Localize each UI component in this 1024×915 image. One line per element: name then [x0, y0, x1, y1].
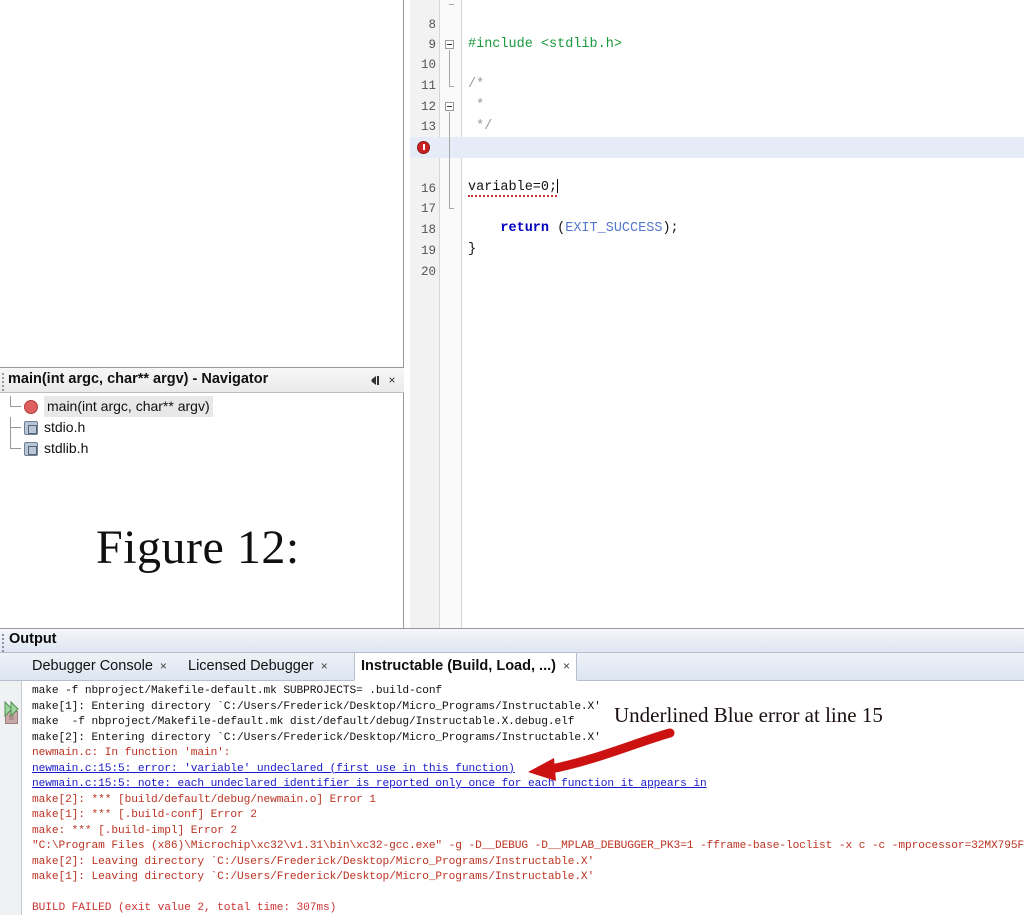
include-icon — [24, 442, 38, 456]
tree-connector — [10, 396, 24, 417]
navigator-item-label: stdlib.h — [44, 440, 89, 456]
code-line-error[interactable]: variable=0; — [410, 137, 1024, 197]
fold-toggle-comment[interactable] — [445, 40, 454, 49]
console-line: make -f nbproject/Makefile-default.mk SU… — [32, 685, 443, 697]
fold-region-line — [449, 50, 450, 86]
output-window: Output Debugger Console × Licensed Debugg… — [0, 628, 1024, 915]
include-icon — [24, 421, 38, 435]
console-line: make: *** [.build-impl] Error 2 — [32, 824, 238, 837]
console-line-error-link[interactable]: newmain.c:15:5: error: 'variable' undecl… — [32, 762, 515, 778]
tab-label: Instructable (Build, Load, ...) — [361, 658, 556, 674]
navigator-item-label: stdio.h — [44, 419, 86, 435]
code-line[interactable]: 18 } — [410, 199, 1024, 258]
code-line-signature[interactable]: 13 int main(int argc, char** argv) { — [410, 96, 1024, 155]
code-line[interactable]: 9 — [410, 14, 1024, 52]
fold-region-end — [449, 86, 454, 87]
navigator-title: main(int argc, char** argv) - Navigator — [8, 371, 269, 387]
drag-grip-icon[interactable] — [2, 634, 5, 652]
tab-debugger-console[interactable]: Debugger Console × — [26, 653, 173, 681]
code-line[interactable]: 19 — [410, 220, 1024, 258]
console-line: make[1]: *** [.build-conf] Error 2 — [32, 809, 257, 821]
code-line[interactable]: 20 — [410, 241, 1024, 279]
line-number: 20 — [420, 264, 436, 279]
console-line: make[2]: Entering directory `C:/Users/Fr… — [32, 731, 601, 744]
close-icon[interactable]: × — [386, 373, 398, 387]
fold-toggle-main[interactable] — [445, 102, 454, 111]
console-line-note-link[interactable]: newmain.c:15:5: note: each undeclared id… — [32, 777, 707, 793]
fold-region-end — [449, 208, 454, 209]
tree-connector — [10, 438, 24, 459]
tab-label: Debugger Console — [32, 658, 153, 674]
code-line[interactable]: 11 * — [410, 55, 1024, 114]
console-line-build-failed: BUILD FAILED (exit value 2, total time: … — [32, 902, 337, 914]
output-titlebar[interactable]: Output — [0, 629, 1024, 653]
console-line: make[2]: Leaving directory `C:/Users/Fre… — [32, 855, 595, 868]
console-line: make[2]: *** [build/default/debug/newmai… — [32, 793, 376, 806]
code-line[interactable]: 8 #include <stdlib.h> — [410, 0, 1024, 53]
code-line[interactable]: 14 — [410, 117, 1024, 155]
annotation-label: Underlined Blue error at line 15 — [614, 703, 883, 727]
tab-close-icon[interactable]: × — [321, 659, 328, 673]
navigator-item-main[interactable]: main(int argc, char** argv) — [0, 396, 404, 417]
code-line[interactable]: 10 /* — [410, 34, 1024, 93]
drag-grip-icon[interactable] — [2, 373, 5, 391]
output-title: Output — [9, 631, 57, 647]
console-line-compiler-command: "C:\Program Files (x86)\Microchip\xc32\v… — [32, 840, 1024, 852]
screenshot-root: main(int argc, char** argv) - Navigator … — [0, 0, 1024, 915]
console-line: make[1]: Leaving directory `C:/Users/Fre… — [32, 871, 595, 883]
tab-close-icon[interactable]: × — [160, 659, 167, 673]
method-icon — [24, 400, 38, 414]
navigator-item-label: main(int argc, char** argv) — [44, 396, 213, 417]
rerun-icon[interactable] — [3, 700, 20, 718]
navigator-titlebar[interactable]: main(int argc, char** argv) - Navigator … — [0, 368, 404, 393]
minimize-icon[interactable] — [369, 374, 382, 387]
left-blank-pane-top — [0, 0, 404, 368]
console-line: make -f nbproject/Makefile-default.mk di… — [32, 716, 575, 728]
code-editor[interactable]: 8 #include <stdlib.h> 9 10 /* 11 * 12 */… — [410, 0, 1024, 628]
tab-licensed-debugger[interactable]: Licensed Debugger × — [182, 653, 334, 681]
tree-connector — [10, 417, 24, 438]
navigator-window: main(int argc, char** argv) - Navigator … — [0, 368, 404, 466]
code-line[interactable]: 16 — [410, 158, 1024, 196]
error-marker-icon[interactable] — [417, 141, 430, 154]
navigator-item-stdlib[interactable]: stdlib.h — [0, 438, 404, 459]
fold-marker[interactable] — [449, 4, 454, 5]
navigator-item-stdio[interactable]: stdio.h — [0, 417, 404, 438]
output-tabstrip: Debugger Console × Licensed Debugger × Ins… — [0, 653, 1024, 681]
fold-region-line — [449, 112, 450, 208]
output-action-sidebar — [0, 681, 22, 915]
console-line: make[1]: Entering directory `C:/Users/Fr… — [32, 700, 601, 713]
code-line[interactable]: 17 return (EXIT_SUCCESS); — [410, 178, 1024, 237]
tab-label: Licensed Debugger — [188, 658, 314, 674]
figure-caption: Figure 12: — [96, 521, 300, 574]
tab-close-icon[interactable]: × — [563, 659, 570, 673]
code-line[interactable]: 12 */ — [410, 76, 1024, 135]
tab-instructable-build[interactable]: Instructable (Build, Load, ...) × — [354, 653, 577, 681]
console-line: newmain.c: In function 'main': — [32, 747, 231, 759]
